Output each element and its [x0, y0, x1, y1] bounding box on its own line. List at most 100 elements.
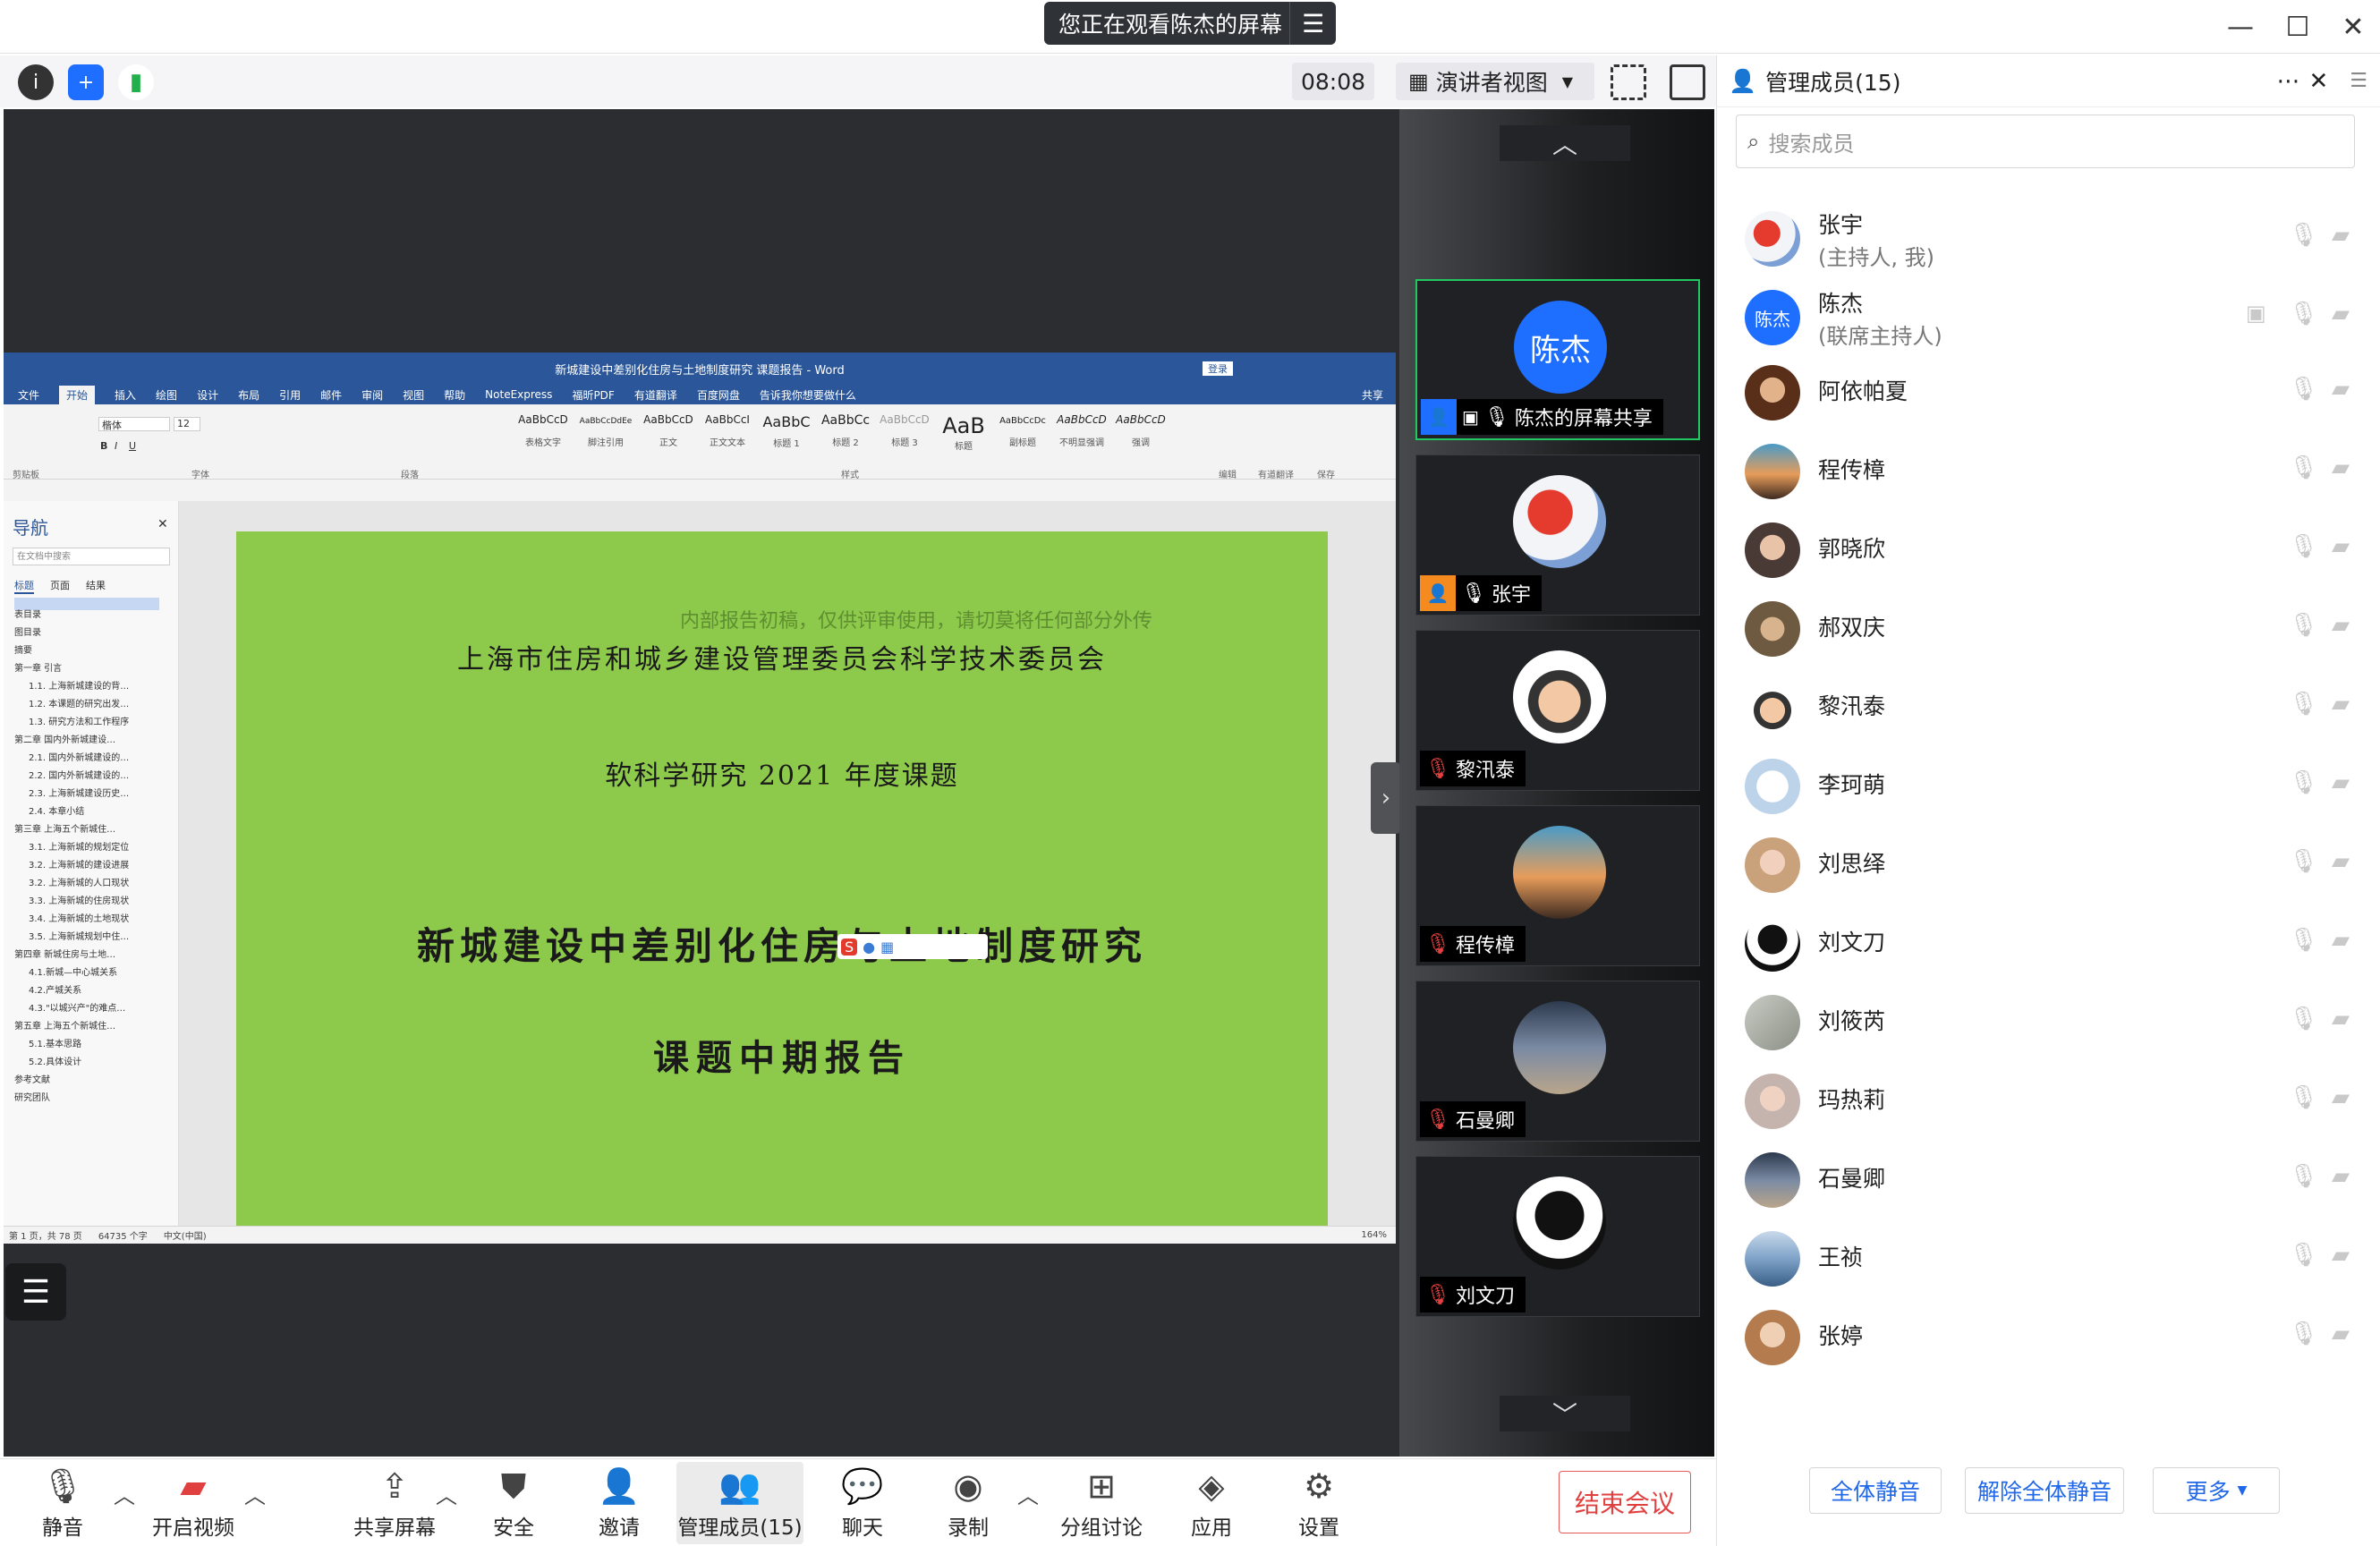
word-tab[interactable]: 绘图 — [156, 387, 177, 403]
mic-muted-icon[interactable]: 🎙 — [2289, 454, 2318, 481]
nav-tab-headings[interactable]: 标题 — [14, 578, 34, 594]
more-options-icon[interactable]: ⋯ — [2276, 68, 2299, 95]
nav-heading-item[interactable]: 第一章 引言 — [14, 660, 175, 678]
security-button[interactable]: ⛊ 安全 — [480, 1462, 548, 1544]
video-tile[interactable]: 🎙 黎汛泰 — [1415, 630, 1700, 791]
member-row[interactable]: 黎汛泰 🎙 ▰ — [1716, 671, 2380, 750]
style-item[interactable]: AaBbCcD 表格文字 — [514, 413, 573, 458]
nav-heading-item[interactable]: 1.3. 研究方法和工作程序 — [14, 714, 175, 732]
italic-icon[interactable]: I — [115, 440, 117, 452]
nav-heading-item[interactable]: 5.1.基本思路 — [14, 1036, 175, 1054]
maximize-icon[interactable]: ☐ — [2274, 7, 2321, 47]
mic-icon[interactable]: 🎙 — [2289, 301, 2318, 327]
style-item[interactable]: AaBbCcI 正文文本 — [698, 413, 757, 458]
member-search-input[interactable]: ⌕ 搜索成员 — [1736, 115, 2355, 168]
camera-off-icon[interactable]: ▰ — [2332, 301, 2350, 327]
word-tab[interactable]: 文件 — [18, 387, 39, 403]
list-menu-icon[interactable]: ☰ — [5, 1263, 66, 1321]
network-signal-icon[interactable]: ▮ — [118, 64, 154, 100]
apps-button[interactable]: ◈ 应用 — [1177, 1462, 1245, 1544]
mic-muted-icon[interactable]: 🎙 — [2289, 1321, 2318, 1347]
close-panel-icon[interactable]: ✕ — [2308, 68, 2328, 95]
nav-heading-item[interactable]: 4.1.新城—中心城关系 — [14, 964, 175, 982]
record-button[interactable]: ◉ 录制 — [934, 1462, 1002, 1544]
camera-off-icon[interactable]: ▰ — [2332, 927, 2350, 954]
style-item[interactable]: AaB 标题 — [934, 413, 993, 458]
camera-off-icon[interactable]: ▰ — [2332, 1321, 2350, 1347]
font-name-box[interactable]: 楷体 — [98, 417, 170, 431]
video-tile[interactable]: 陈杰 👤 ▣ 🎙 陈杰的屏幕共享 — [1415, 279, 1700, 440]
unmute-all-button[interactable]: 解除全体静音 — [1965, 1467, 2124, 1514]
banner-menu-icon[interactable]: ☰ — [1289, 2, 1336, 45]
word-tab[interactable]: 插入 — [115, 387, 136, 403]
camera-off-icon[interactable]: ▰ — [2332, 533, 2350, 560]
nav-heading-item[interactable]: 3.4. 上海新城的土地现状 — [14, 911, 175, 929]
word-tab[interactable]: 视图 — [403, 387, 424, 403]
fullscreen-icon[interactable] — [1611, 64, 1646, 100]
style-item[interactable]: AaBbCc 标题 2 — [816, 413, 875, 458]
nav-tab-pages[interactable]: 页面 — [50, 578, 70, 594]
member-row[interactable]: 王祯 🎙 ▰ — [1716, 1222, 2380, 1301]
nav-heading-item[interactable]: 1.1. 上海新城建设的背… — [14, 678, 175, 696]
camera-off-icon[interactable]: ▰ — [2332, 612, 2350, 639]
nav-tab-results[interactable]: 结果 — [86, 578, 106, 594]
invite-button[interactable]: 👤 邀请 — [585, 1462, 653, 1544]
word-share-button[interactable]: 共享 — [1362, 387, 1383, 403]
word-tab[interactable]: 帮助 — [444, 387, 465, 403]
nav-close-icon[interactable]: ✕ — [157, 517, 168, 531]
nav-heading-item[interactable]: 第二章 国内外新城建设… — [14, 732, 175, 750]
security-shield-icon[interactable]: + — [68, 64, 104, 100]
mic-muted-icon[interactable]: 🎙 — [2289, 376, 2318, 403]
camera-off-icon[interactable]: ▰ — [2332, 769, 2350, 796]
ime-toolbar[interactable]: S ● ▦ — [837, 934, 988, 959]
member-row[interactable]: 陈杰 陈杰 (联席主持人) ▣ 🎙 ▰ — [1716, 281, 2380, 360]
start-video-button[interactable]: ▰ 开启视频 — [147, 1462, 240, 1544]
info-icon[interactable]: i — [18, 64, 54, 100]
nav-heading-item[interactable]: 3.5. 上海新城规划中住… — [14, 929, 175, 947]
nav-heading-item[interactable]: 2.1. 国内外新城建设的… — [14, 750, 175, 768]
word-tab[interactable]: 福昕PDF — [572, 387, 614, 403]
member-row[interactable]: 玛热莉 🎙 ▰ — [1716, 1065, 2380, 1143]
nav-heading-item[interactable]: 2.3. 上海新城建设历史… — [14, 786, 175, 803]
share-options-caret[interactable]: ︿ — [433, 1480, 460, 1508]
nav-heading-item[interactable]: 5.2.具体设计 — [14, 1054, 175, 1072]
member-row[interactable]: 刘筱芮 🎙 ▰ — [1716, 986, 2380, 1065]
camera-off-icon[interactable]: ▰ — [2332, 1163, 2350, 1190]
style-item[interactable]: AaBbCcD 标题 3 — [875, 413, 934, 458]
word-tab[interactable]: 有道翻译 — [634, 387, 677, 403]
member-row[interactable]: 张宇 (主持人, 我) 🎙 ▰ — [1716, 202, 2380, 281]
mic-muted-icon[interactable]: 🎙 — [2289, 533, 2318, 560]
record-options-caret[interactable]: ︿ — [1015, 1480, 1041, 1508]
share-screen-button[interactable]: ⇪ 共享屏幕 — [345, 1462, 444, 1544]
word-signin-button[interactable]: 登录 — [1203, 361, 1233, 376]
nav-heading-item[interactable]: 参考文献 — [14, 1072, 175, 1090]
word-tab[interactable]: 引用 — [279, 387, 301, 403]
mic-muted-icon[interactable]: 🎙 — [2289, 1006, 2318, 1032]
camera-off-icon[interactable]: ▰ — [2332, 454, 2350, 481]
mic-muted-icon[interactable]: 🎙 — [2289, 1163, 2318, 1190]
mute-all-button[interactable]: 全体静音 — [1809, 1467, 1942, 1514]
camera-off-icon[interactable]: ▰ — [2332, 1084, 2350, 1111]
end-meeting-button[interactable]: 结束会议 — [1559, 1471, 1691, 1533]
nav-heading-item[interactable]: 表目录 — [14, 607, 175, 624]
member-row[interactable]: 郭晓欣 🎙 ▰ — [1716, 514, 2380, 592]
nav-heading-item[interactable]: 第五章 上海五个新城住… — [14, 1018, 175, 1036]
manage-members-button[interactable]: 👥 管理成员(15) — [676, 1462, 803, 1544]
underline-icon[interactable]: U — [129, 440, 136, 452]
style-item[interactable]: AaBbCcD 不明显强调 — [1052, 413, 1111, 458]
member-row[interactable]: 张婷 🎙 ▰ — [1716, 1301, 2380, 1380]
nav-heading-item[interactable]: 第三章 上海五个新城住… — [14, 821, 175, 839]
word-tab[interactable]: NoteExpress — [485, 388, 552, 401]
word-tell-me[interactable]: 告诉我你想要做什么 — [760, 387, 856, 403]
gallery-down-icon[interactable]: ﹀ — [1500, 1396, 1630, 1431]
video-tile[interactable]: 🎙 刘文刀 — [1415, 1156, 1700, 1317]
toggle-sidebar-icon[interactable] — [1670, 64, 1705, 100]
nav-heading-item[interactable]: 研究团队 — [14, 1090, 175, 1108]
minimize-icon[interactable]: — — [2217, 7, 2264, 47]
nav-heading-item[interactable]: 2.4. 本章小结 — [14, 803, 175, 821]
nav-heading-item[interactable]: 2.2. 国内外新城建设的… — [14, 768, 175, 786]
member-row[interactable]: 阿依帕夏 🎙 ▰ — [1716, 356, 2380, 435]
font-size-box[interactable]: 12 — [174, 417, 200, 431]
member-row[interactable]: 石曼卿 🎙 ▰ — [1716, 1143, 2380, 1222]
style-item[interactable]: AaBbC 标题 1 — [757, 413, 816, 458]
